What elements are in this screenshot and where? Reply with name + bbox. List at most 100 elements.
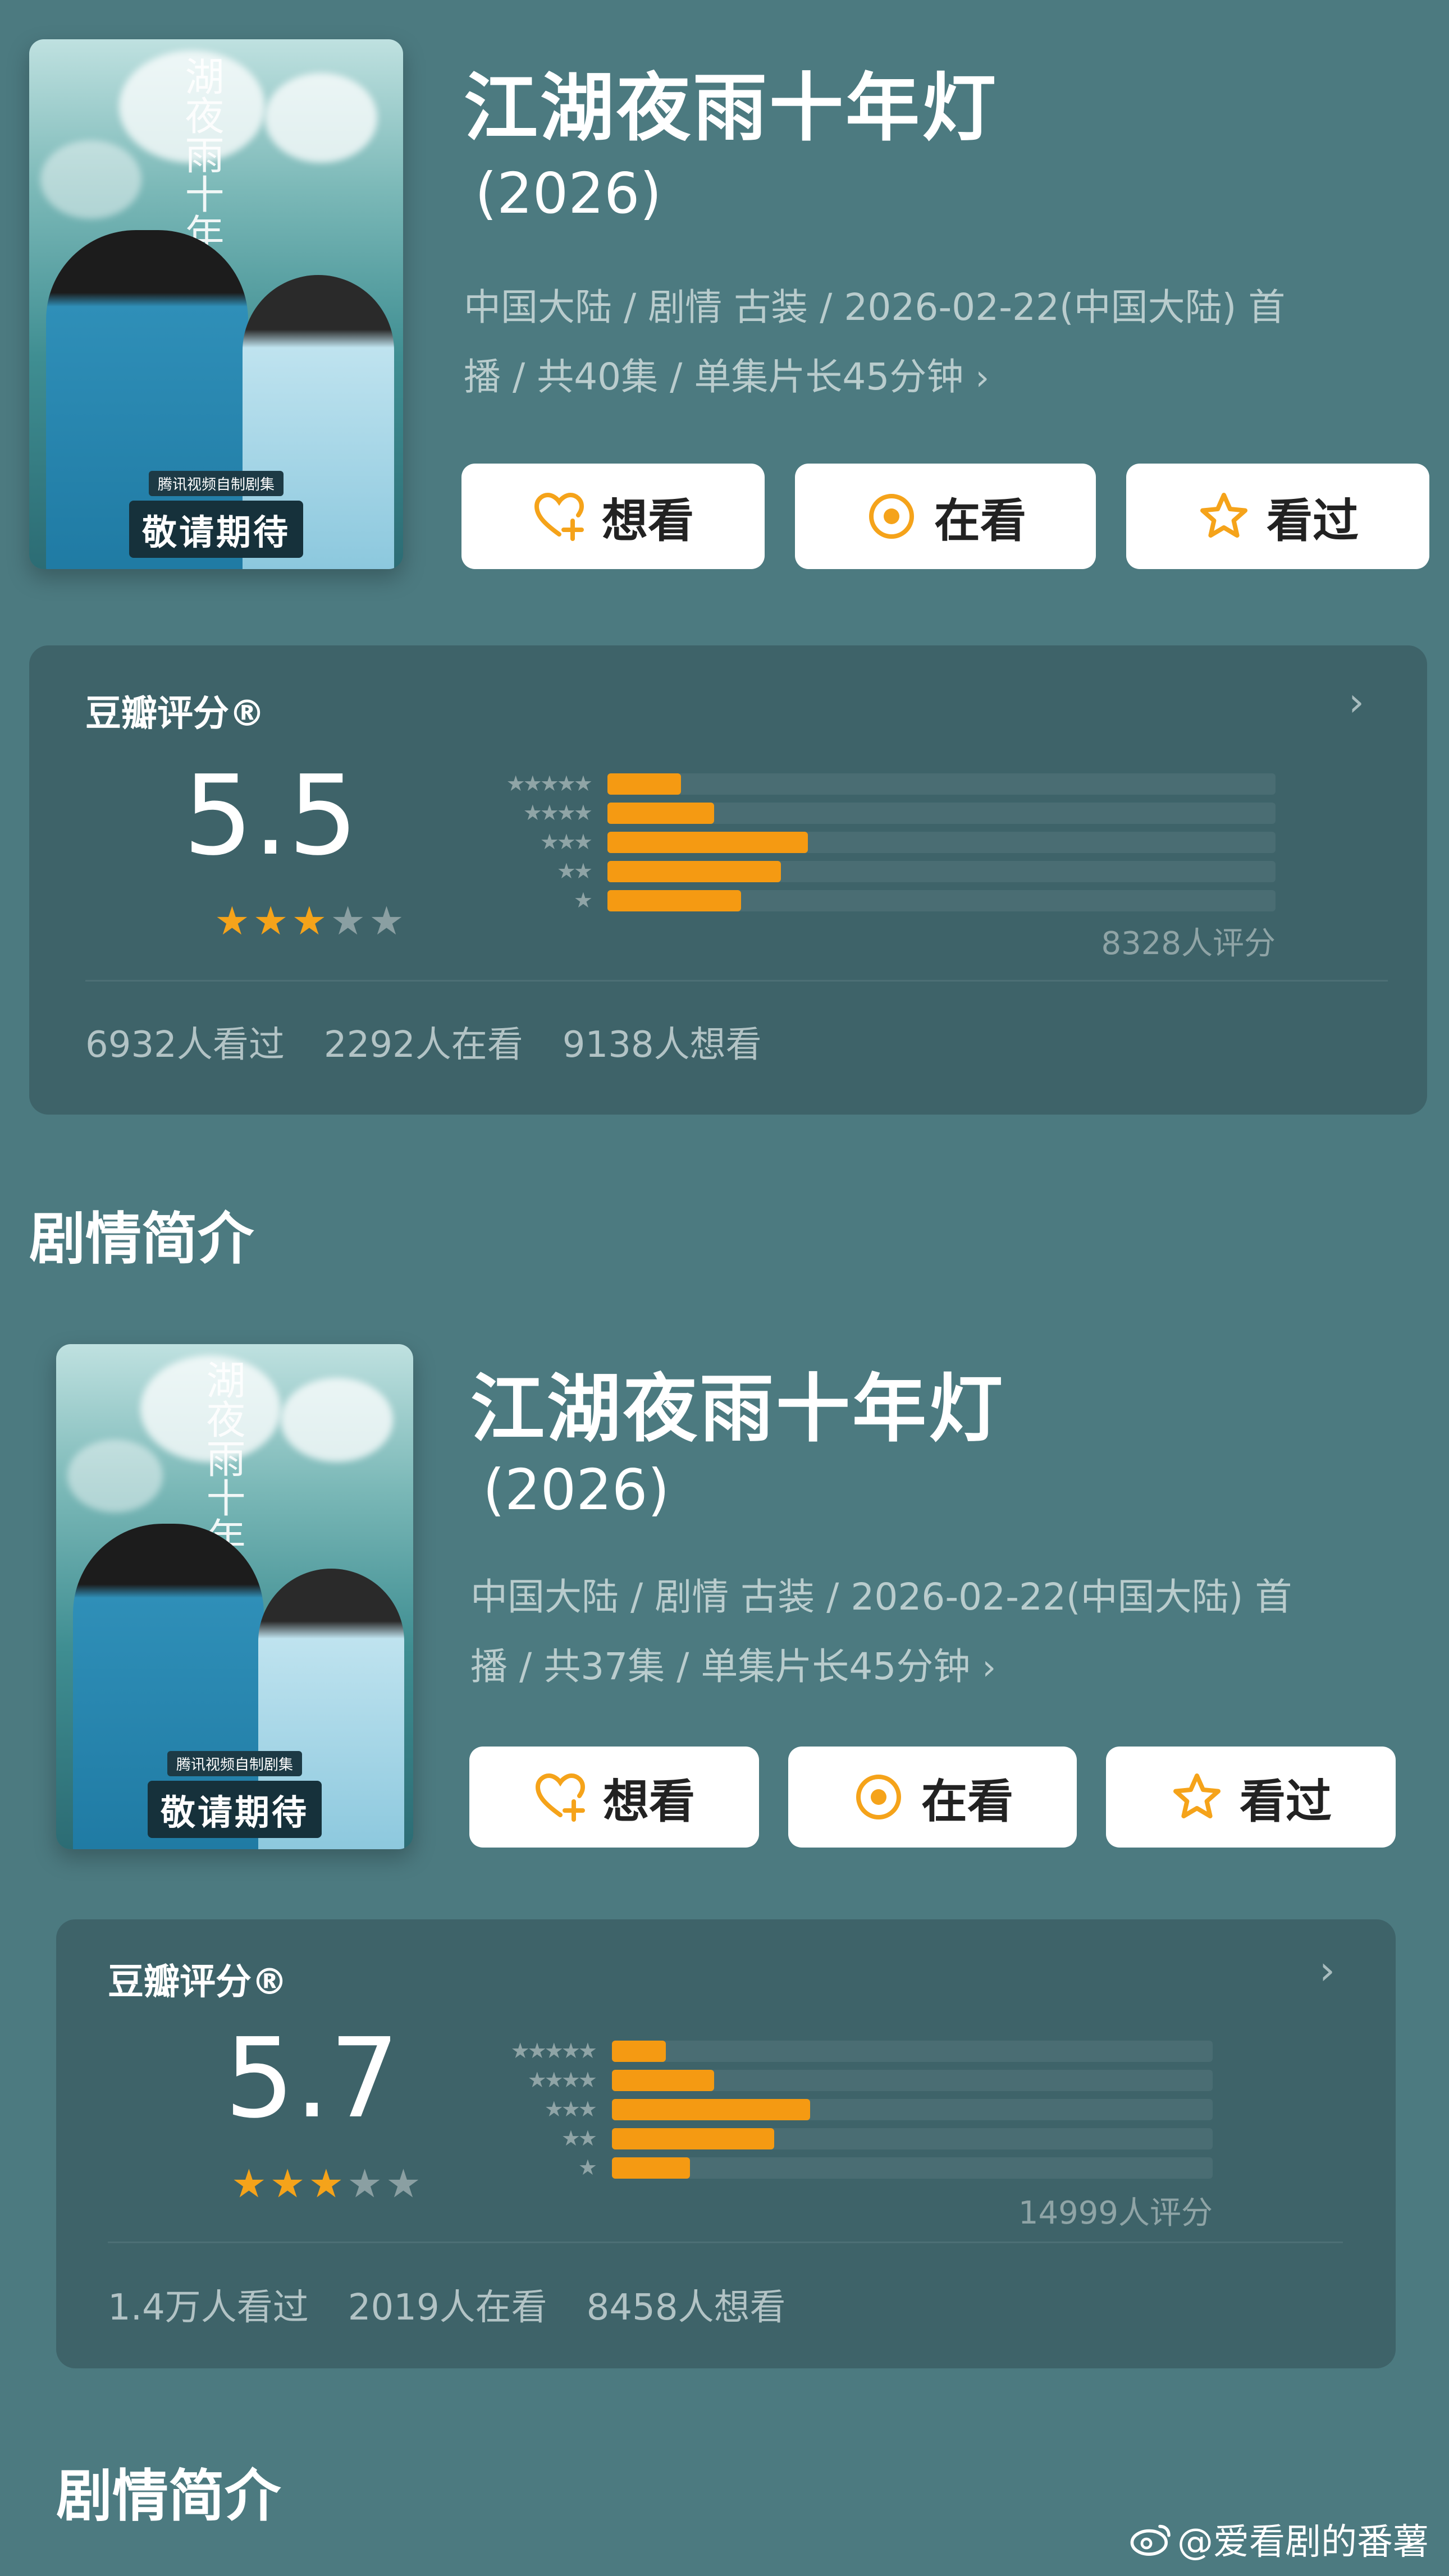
distribution-track <box>612 2070 1213 2091</box>
watched-button[interactable]: 看过 <box>1126 464 1429 569</box>
distribution-bar-1-star <box>612 2157 690 2179</box>
rating-count: 14999人评分 <box>1018 2195 1213 2231</box>
distribution-stars-2: ★★ <box>556 859 593 883</box>
chevron-right-icon[interactable]: › <box>1319 1947 1335 1993</box>
star-icon: ★ <box>231 2161 267 2207</box>
chevron-right-icon[interactable]: › <box>1349 679 1364 725</box>
show-meta[interactable]: 中国大陆 / 剧情 古装 / 2026-02-22(中国大陆) 首 播 / 共4… <box>464 273 1429 412</box>
distribution-bar-5-star <box>612 2041 666 2062</box>
distribution-bar-4-star <box>612 2070 714 2091</box>
divider <box>108 2242 1343 2243</box>
distribution-stars-3: ★★★ <box>544 2097 597 2121</box>
star-icon: ★ <box>347 2161 383 2207</box>
rating-title: 豆瓣评分® <box>85 693 265 735</box>
weibo-logo-icon <box>1130 2524 1171 2556</box>
watching-button[interactable]: 在看 <box>795 464 1096 569</box>
distribution-row-4-star: ★★★★ <box>460 2068 1213 2092</box>
star-icon: ★ <box>386 2161 421 2207</box>
distribution-stars-1: ★ <box>573 888 593 913</box>
rating-card[interactable]: 豆瓣评分® › 5.7 ★ ★ ★ ★ ★ ★★★★★ ★★★★ ★★★ ★★ ★ 14999人… <box>56 1919 1396 2368</box>
show-meta[interactable]: 中国大陆 / 剧情 古装 / 2026-02-22(中国大陆) 首 播 / 共3… <box>470 1562 1436 1702</box>
distribution-row-2-star: ★★ <box>460 2126 1213 2151</box>
poster-image[interactable]: 湖夜雨十年灯 腾讯视频自制剧集 敬请期待 <box>29 39 403 569</box>
star-icon: ★ <box>308 2161 344 2207</box>
rating-stars: ★ ★ ★ ★ ★ <box>231 2164 421 2203</box>
distribution-track <box>612 2128 1213 2149</box>
distribution-stars-2: ★★ <box>561 2126 597 2151</box>
distribution-track <box>612 2157 1213 2179</box>
rating-stats: 1.4万人看过 2019人在看 8458人想看 <box>108 2279 786 2330</box>
star-icon: ★ <box>369 898 404 944</box>
stat-watching[interactable]: 2292人在看 <box>324 1016 523 1067</box>
distribution-track <box>607 890 1276 911</box>
distribution-bar-1-star <box>607 890 741 911</box>
want-button[interactable]: 想看 <box>461 464 765 569</box>
distribution-track <box>607 832 1276 853</box>
movie-block-1: 湖夜雨十年灯 腾讯视频自制剧集 敬请期待 江湖夜雨十年灯 (2026) 中国大陆… <box>0 0 1449 1272</box>
star-icon: ★ <box>269 2161 305 2207</box>
distribution-track <box>612 2099 1213 2120</box>
distribution-stars-5: ★★★★★ <box>506 771 593 796</box>
star-icon: ★ <box>291 898 327 944</box>
synopsis-heading: 剧情简介 <box>56 2463 281 2529</box>
movie-block-2: 湖夜雨十年灯 腾讯视频自制剧集 敬请期待 江湖夜雨十年灯 (2026) 中国大陆… <box>0 1291 1449 2576</box>
distribution-row-1-star: ★ <box>456 888 1276 913</box>
rating-count: 8328人评分 <box>1101 925 1276 962</box>
synopsis-heading: 剧情简介 <box>29 1206 254 1272</box>
star-icon: ★ <box>330 898 366 944</box>
rating-distribution: ★★★★★ ★★★★ ★★★ ★★ ★ <box>456 771 1276 919</box>
heart-plus-icon <box>534 492 584 541</box>
distribution-stars-4: ★★★★ <box>523 800 593 825</box>
divider <box>85 980 1388 982</box>
show-year: (2026) <box>475 161 662 226</box>
star-icon: ★ <box>253 898 289 944</box>
distribution-row-5-star: ★★★★★ <box>460 2038 1213 2063</box>
stat-watched[interactable]: 1.4万人看过 <box>108 2279 309 2330</box>
distribution-bar-5-star <box>607 773 681 795</box>
target-circle-icon <box>856 1775 901 1819</box>
stat-watched[interactable]: 6932人看过 <box>85 1016 285 1067</box>
show-title: 江湖夜雨十年灯 <box>464 65 998 152</box>
chevron-right-icon: › <box>982 1647 997 1688</box>
distribution-row-1-star: ★ <box>460 2155 1213 2180</box>
rating-distribution: ★★★★★ ★★★★ ★★★ ★★ ★ <box>460 2038 1213 2181</box>
watermark: @爱看剧的番薯 <box>1129 2513 1429 2565</box>
want-button[interactable]: 想看 <box>469 1747 759 1848</box>
rating-card[interactable]: 豆瓣评分® › 5.5 ★ ★ ★ ★ ★ ★★★★★ ★★★★ ★★★ ★★ ★ 8328人评… <box>29 645 1427 1115</box>
distribution-stars-4: ★★★★ <box>527 2068 597 2092</box>
rating-stars: ★ ★ ★ ★ ★ <box>214 901 404 941</box>
rating-score: 5.7 <box>225 2015 400 2143</box>
watching-button[interactable]: 在看 <box>788 1747 1077 1848</box>
star-outline-icon <box>1200 493 1247 538</box>
stat-want[interactable]: 8458人想看 <box>587 2279 786 2330</box>
distribution-stars-5: ★★★★★ <box>510 2038 597 2063</box>
distribution-bar-2-star <box>612 2128 774 2149</box>
target-circle-icon <box>869 494 914 539</box>
poster-banner: 腾讯视频自制剧集 敬请期待 <box>29 471 403 558</box>
rating-title: 豆瓣评分® <box>108 1961 287 2003</box>
poster-banner: 腾讯视频自制剧集 敬请期待 <box>56 1751 413 1838</box>
distribution-row-3-star: ★★★ <box>456 829 1276 854</box>
distribution-stars-1: ★ <box>578 2155 597 2180</box>
star-icon: ★ <box>214 898 250 944</box>
distribution-track <box>607 861 1276 882</box>
stat-want[interactable]: 9138人想看 <box>563 1016 762 1067</box>
distribution-bar-2-star <box>607 861 781 882</box>
distribution-row-2-star: ★★ <box>456 859 1276 883</box>
rating-score: 5.5 <box>183 752 358 880</box>
star-outline-icon <box>1173 1773 1221 1818</box>
show-title: 江湖夜雨十年灯 <box>470 1366 1005 1452</box>
chevron-right-icon: › <box>975 357 990 398</box>
distribution-row-3-star: ★★★ <box>460 2097 1213 2121</box>
distribution-bar-4-star <box>607 803 714 824</box>
distribution-track <box>612 2041 1213 2062</box>
watched-button[interactable]: 看过 <box>1106 1747 1396 1848</box>
distribution-row-5-star: ★★★★★ <box>456 771 1276 796</box>
poster-image[interactable]: 湖夜雨十年灯 腾讯视频自制剧集 敬请期待 <box>56 1344 413 1849</box>
distribution-stars-3: ★★★ <box>540 829 593 854</box>
distribution-bar-3-star <box>612 2099 810 2120</box>
distribution-track <box>607 803 1276 824</box>
stat-watching[interactable]: 2019人在看 <box>348 2279 547 2330</box>
show-year: (2026) <box>483 1457 670 1523</box>
heart-plus-icon <box>535 1773 585 1822</box>
